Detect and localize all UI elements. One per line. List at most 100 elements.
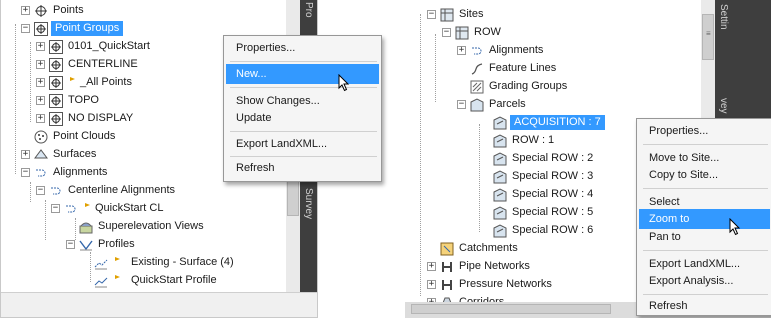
- tree-item-profiles[interactable]: − Profiles: [66, 236, 135, 253]
- tree-item-label: TOPO: [68, 94, 99, 106]
- tree-item-alignments[interactable]: − Alignments: [21, 164, 107, 181]
- tree-item-special-row-6[interactable]: Special ROW : 6: [493, 222, 593, 239]
- tree-item-label: Special ROW : 2: [512, 152, 594, 164]
- side-tab-survey[interactable]: vey: [718, 98, 729, 114]
- parcel-icon: [493, 151, 507, 166]
- tree-item-superelevation-views[interactable]: Superelevation Views: [79, 218, 204, 235]
- tree-item-point-groups[interactable]: − Point Groups: [21, 20, 124, 37]
- tree-item-alignments[interactable]: + Alignments: [457, 42, 543, 59]
- menu-item-refresh[interactable]: Refresh: [639, 296, 770, 316]
- collapse-toggle[interactable]: −: [21, 24, 30, 33]
- tree-item-sites[interactable]: − Sites: [427, 6, 483, 23]
- tree-item-point-clouds[interactable]: Point Clouds: [34, 128, 115, 145]
- tree-item-label: 0101_QuickStart: [68, 40, 150, 52]
- expand-toggle[interactable]: +: [36, 78, 45, 87]
- menu-separator: [643, 144, 768, 145]
- expand-toggle[interactable]: +: [457, 46, 466, 55]
- tree-item-label: Parcels: [489, 98, 526, 110]
- tree-item-pipe-networks[interactable]: + Pipe Networks: [427, 258, 530, 275]
- tree-item-grading-groups[interactable]: Grading Groups: [470, 78, 567, 95]
- point-cloud-icon: [34, 130, 48, 144]
- side-tab-prospector[interactable]: Pro: [303, 2, 314, 18]
- tree-item-special-row-5[interactable]: Special ROW : 5: [493, 204, 593, 221]
- flag-icon: [83, 202, 93, 216]
- point-group-icon: [49, 93, 63, 108]
- expand-toggle[interactable]: +: [427, 280, 436, 289]
- expand-toggle[interactable]: +: [21, 6, 30, 15]
- tree-item-special-row-4[interactable]: Special ROW : 4: [493, 186, 593, 203]
- side-tab-settings[interactable]: Settin: [718, 4, 729, 30]
- expand-toggle[interactable]: +: [36, 96, 45, 105]
- tree-item-row-1[interactable]: ROW : 1: [493, 132, 554, 149]
- alignment-icon: [34, 166, 48, 180]
- collapse-toggle[interactable]: −: [51, 204, 60, 213]
- menu-item-update[interactable]: Update: [226, 108, 379, 128]
- collapse-toggle[interactable]: −: [36, 186, 45, 195]
- menu-separator: [230, 156, 377, 157]
- menu-item-copy-to-site[interactable]: Copy to Site...: [639, 165, 770, 185]
- tree-item-centerline[interactable]: + CENTERLINE: [36, 56, 138, 73]
- menu-item-refresh[interactable]: Refresh: [226, 158, 379, 178]
- scrollbar-thumb[interactable]: ≡: [702, 14, 714, 60]
- menu-item-properties[interactable]: Properties...: [639, 121, 770, 141]
- tree-item-quickstart-profile[interactable]: QuickStart Profile: [94, 272, 217, 289]
- tree-item-row-site[interactable]: − ROW: [442, 24, 501, 41]
- tree-item-parcels[interactable]: − Parcels: [457, 96, 526, 113]
- tree-item-label: Alignments: [53, 166, 108, 178]
- side-tab-survey[interactable]: Survey: [303, 188, 314, 219]
- scrollbar-thumb[interactable]: [287, 178, 299, 216]
- profile-icon: [94, 256, 108, 270]
- expand-toggle[interactable]: +: [427, 262, 436, 271]
- mouse-cursor-icon: [729, 218, 741, 236]
- tree-item-centerline-alignments[interactable]: − Centerline Alignments: [36, 182, 175, 199]
- parcel-icon: [493, 187, 507, 202]
- point-group-icon: [49, 39, 63, 54]
- surface-icon: [34, 148, 48, 162]
- tree-item-feature-lines[interactable]: Feature Lines: [470, 60, 556, 77]
- tree-item-existing-surface[interactable]: Existing - Surface (4): [94, 254, 234, 271]
- tree-item-label: Sites: [459, 8, 484, 20]
- tree-item-points[interactable]: + Points: [21, 2, 84, 19]
- tree-item-label: Alignments: [489, 44, 544, 56]
- menu-item-pan-to[interactable]: Pan to: [639, 227, 770, 247]
- site-icon: [455, 26, 469, 40]
- tree-item-quickstart-cl[interactable]: − QuickStart CL: [51, 200, 163, 217]
- expand-toggle[interactable]: +: [36, 42, 45, 51]
- menu-item-properties[interactable]: Properties...: [226, 38, 379, 58]
- context-menu-parcel: Properties... Move to Site... Copy to Si…: [636, 118, 771, 316]
- collapse-toggle[interactable]: −: [457, 100, 466, 109]
- expand-toggle[interactable]: +: [21, 150, 30, 159]
- collapse-toggle[interactable]: −: [442, 28, 451, 37]
- expand-toggle[interactable]: +: [36, 60, 45, 69]
- collapse-toggle[interactable]: −: [427, 10, 436, 19]
- tree-item-label: Profiles: [98, 238, 135, 250]
- tree-item-0101-quickstart[interactable]: + 0101_QuickStart: [36, 38, 150, 55]
- pressure-network-icon: [440, 278, 454, 292]
- tree-item-label: Point Groups: [51, 21, 124, 36]
- tree-item-label: Grading Groups: [489, 80, 568, 92]
- grading-group-icon: [470, 80, 484, 94]
- tree-item-special-row-3[interactable]: Special ROW : 3: [493, 168, 593, 185]
- catchment-icon: [440, 242, 454, 256]
- tree-item-label: Special ROW : 5: [512, 206, 594, 218]
- tree-item-label: Centerline Alignments: [68, 184, 176, 196]
- tree-item-label: Special ROW : 3: [512, 170, 594, 182]
- collapse-toggle[interactable]: −: [66, 240, 75, 249]
- tree-item-catchments[interactable]: Catchments: [440, 240, 518, 257]
- tree-item-no-display[interactable]: + NO DISPLAY: [36, 110, 133, 127]
- tree-item-special-row-2[interactable]: Special ROW : 2: [493, 150, 593, 167]
- tree-item-surfaces[interactable]: + Surfaces: [21, 146, 96, 163]
- menu-separator: [643, 250, 768, 251]
- menu-item-zoom-to[interactable]: Zoom to: [639, 209, 770, 229]
- menu-item-export-landxml[interactable]: Export LandXML...: [226, 134, 379, 154]
- scrollbar-thumb[interactable]: [411, 304, 611, 314]
- tree-item-pressure-networks[interactable]: + Pressure Networks: [427, 276, 552, 293]
- collapse-toggle[interactable]: −: [21, 168, 30, 177]
- tree-item-all-points[interactable]: + _All Points: [36, 74, 132, 91]
- tree-item-topo[interactable]: + TOPO: [36, 92, 99, 109]
- tree-item-label: _All Points: [80, 76, 132, 88]
- tree-item-acquisition-7[interactable]: ACQUISITION : 7: [493, 114, 605, 131]
- menu-item-new[interactable]: New...: [226, 64, 379, 84]
- menu-item-export-analysis[interactable]: Export Analysis...: [639, 271, 770, 291]
- expand-toggle[interactable]: +: [36, 114, 45, 123]
